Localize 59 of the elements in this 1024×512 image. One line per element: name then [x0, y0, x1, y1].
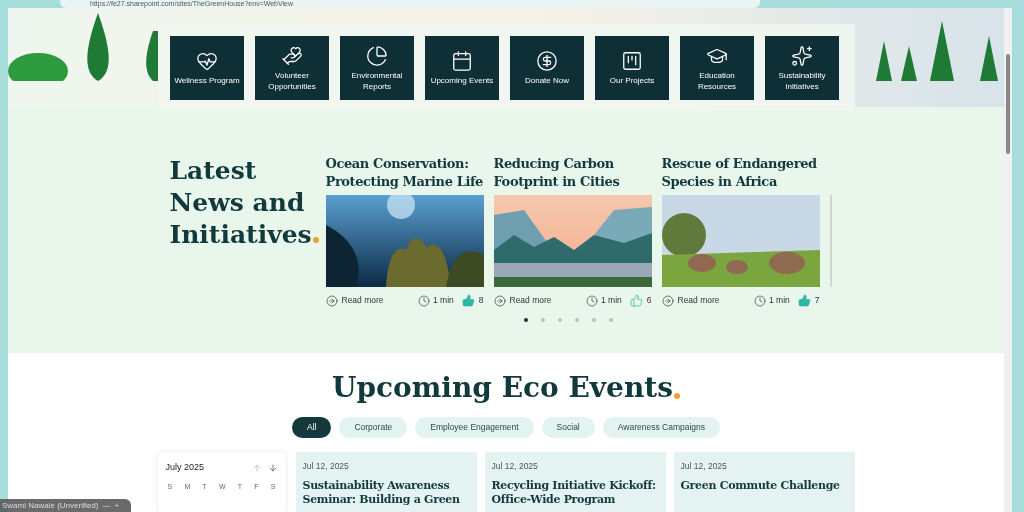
heart-pulse-icon: [196, 50, 218, 72]
arrow-circle-icon: [325, 294, 338, 307]
filter-chip[interactable]: Corporate: [339, 417, 408, 438]
read-more-link[interactable]: Read more: [325, 294, 384, 307]
article-title[interactable]: Ocean Conservation: Protecting Marine Life: [325, 155, 484, 195]
quick-link-tile[interactable]: Upcoming Events: [425, 36, 499, 100]
sparkles-icon: [791, 44, 813, 67]
thumbs-up-icon[interactable]: [461, 294, 475, 307]
article-title[interactable]: Reducing Carbon Footprint in Cities: [493, 155, 652, 195]
filter-chip[interactable]: Employee Engagement: [415, 417, 534, 438]
board-icon: [621, 50, 643, 72]
article-title[interactable]: Rescue of Endangered Species in Africa: [661, 155, 820, 195]
like-count: 6: [646, 294, 652, 307]
pie-chart-icon: [366, 44, 388, 67]
quick-link-tile[interactable]: Donate Now: [510, 36, 584, 100]
like-count: 8: [478, 294, 484, 307]
arrow-down-icon[interactable]: [267, 462, 278, 473]
arrow-up-icon[interactable]: [251, 462, 262, 473]
like-count: 7: [814, 294, 820, 307]
read-time: 1 min: [432, 294, 454, 307]
event-date: Jul 12, 2025: [680, 460, 728, 473]
read-more-link[interactable]: Read more: [493, 294, 552, 307]
quick-link-tile[interactable]: Our Projects: [595, 36, 669, 100]
quick-link-tile[interactable]: Environmental Reports: [340, 36, 414, 100]
filter-chip[interactable]: Awareness Campaigns: [602, 417, 720, 438]
quick-link-tile[interactable]: Wellness Program: [170, 36, 244, 100]
event-title: Sustainability Awareness Seminar: Building a Green: [302, 478, 461, 507]
read-more-link[interactable]: Read more: [661, 294, 720, 307]
expand-control[interactable]: +: [114, 499, 120, 512]
filter-chip[interactable]: Social: [541, 417, 595, 438]
event-title: Green Commute Challenge: [680, 478, 841, 493]
thumbs-up-icon[interactable]: [629, 294, 643, 307]
arrow-circle-icon: [661, 294, 674, 307]
clock-icon: [753, 294, 766, 307]
event-card[interactable]: Jul 12, 2025 Recycling Initiative Kickoff: Office-Wide Program: [484, 452, 666, 512]
scrollbar[interactable]: [1004, 8, 1012, 512]
quick-link-tile[interactable]: Sustainability Initiatives: [765, 36, 839, 100]
event-date: Jul 12, 2025: [491, 460, 539, 473]
minimize-control[interactable]: —: [102, 499, 111, 512]
calendar-icon: [451, 50, 473, 72]
calendar-month: July 2025: [165, 461, 205, 474]
event-date: Jul 12, 2025: [302, 460, 350, 473]
thumbs-up-icon[interactable]: [797, 294, 811, 307]
dollar-icon: [536, 50, 558, 72]
read-time: 1 min: [768, 294, 790, 307]
event-title: Recycling Initiative Kickoff: Office-Wide Program: [491, 478, 657, 507]
event-card[interactable]: Jul 12, 2025 Green Commute Challenge: [673, 452, 855, 512]
quick-link-tile[interactable]: Education Resources: [680, 36, 754, 100]
hand-heart-icon: [281, 44, 303, 67]
filter-chip[interactable]: All: [291, 417, 332, 438]
arrow-circle-icon: [493, 294, 506, 307]
clock-icon: [417, 294, 430, 307]
user-name: Swami Nawale (Unverified): [2, 499, 99, 512]
event-card[interactable]: Jul 12, 2025 Sustainability Awareness Seminar: Building a Green: [295, 452, 477, 512]
read-time: 1 min: [600, 294, 622, 307]
clock-icon: [585, 294, 598, 307]
section-heading: Upcoming Eco Events: [332, 371, 680, 405]
quick-link-tile[interactable]: Volunteer Opportunities: [255, 36, 329, 100]
section-heading: Latest News and Initiatives: [157, 155, 326, 353]
